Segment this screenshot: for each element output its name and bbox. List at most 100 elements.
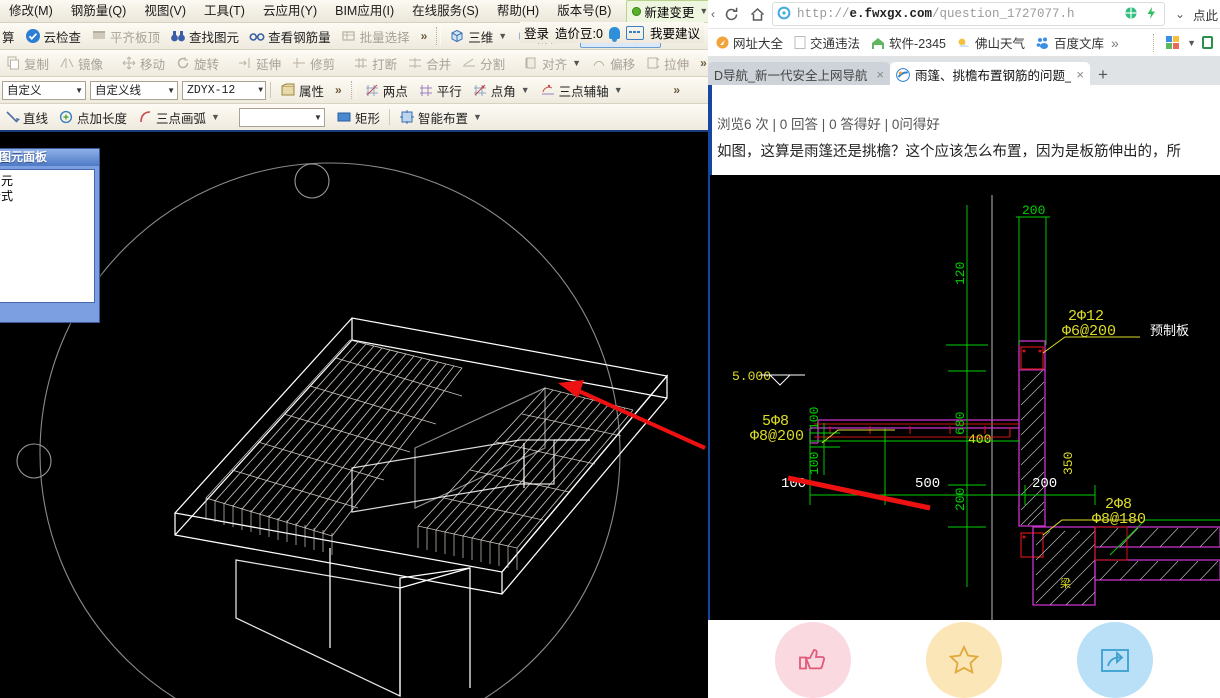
chevron-down-icon[interactable]: ⌄ bbox=[1167, 1, 1193, 27]
like-button[interactable] bbox=[775, 622, 852, 698]
point-add-length-icon bbox=[58, 109, 74, 125]
element-panel[interactable]: 图元面板 图元 公式 bbox=[0, 148, 100, 323]
menu-online-service[interactable]: 在线服务(S) bbox=[403, 0, 488, 22]
tab-question[interactable]: 雨篷、挑檐布置钢筋的问题_广联 × bbox=[890, 62, 1090, 87]
lightning-icon[interactable] bbox=[1144, 6, 1160, 22]
tool-trim[interactable]: 修剪 bbox=[286, 52, 340, 74]
suggest-link[interactable]: 我要建议 bbox=[650, 23, 700, 42]
menu-rebar-qty[interactable]: 钢筋量(Q) bbox=[62, 0, 136, 22]
toolbar-overflow-icon-3[interactable]: » bbox=[694, 56, 708, 70]
rebar-note-top-right-bottom: Φ6@200 bbox=[1062, 323, 1116, 340]
tool-line-label: 直线 bbox=[23, 111, 49, 126]
tool-mirror[interactable]: 镜像 bbox=[54, 52, 108, 74]
cloud-check-icon bbox=[25, 28, 41, 44]
tool-view-rebar-qty[interactable]: 查看钢筋量 bbox=[244, 25, 336, 47]
new-tab-button[interactable]: + bbox=[1090, 62, 1116, 87]
combo-element-type[interactable]: 自定义 ▼ bbox=[2, 80, 86, 100]
toolbar-overflow-icon[interactable]: » bbox=[415, 29, 434, 43]
combo-line-type[interactable]: 自定义线 ▼ bbox=[90, 80, 178, 100]
bookmark-web-directory[interactable]: 网址大全 bbox=[712, 33, 787, 52]
nav-right-label[interactable]: 点此 bbox=[1193, 5, 1220, 24]
back-icon[interactable]: ‹ bbox=[708, 1, 718, 27]
view-3d-button[interactable]: 三维 ▼ bbox=[444, 25, 512, 47]
mirror-icon bbox=[59, 55, 75, 71]
menu-bim-app[interactable]: BIM应用(I) bbox=[326, 0, 403, 22]
chevron-down-icon[interactable]: ▼ bbox=[473, 112, 482, 122]
tool-break[interactable]: 打断 bbox=[348, 52, 402, 74]
combo-draw-mode[interactable]: ▼ bbox=[238, 107, 325, 127]
tool-rotate[interactable]: 旋转 bbox=[170, 52, 224, 74]
menu-modify[interactable]: 修改(M) bbox=[0, 0, 62, 22]
tool-copy-label: 复制 bbox=[24, 57, 50, 72]
tool-copy[interactable]: 复制 bbox=[0, 52, 54, 74]
extension-icon[interactable] bbox=[1200, 35, 1216, 51]
new-change-button[interactable]: 新建变更 ▼ bbox=[626, 0, 708, 22]
apps-grid-icon[interactable] bbox=[1165, 35, 1181, 51]
tool-two-point[interactable]: 两点 bbox=[359, 79, 413, 101]
properties-button[interactable]: 属性 bbox=[275, 79, 329, 101]
menu-help[interactable]: 帮助(H) bbox=[488, 0, 548, 22]
toolbar-gripper[interactable] bbox=[436, 27, 442, 45]
tool-move[interactable]: 移动 bbox=[116, 52, 170, 74]
tool-extend[interactable]: 延伸 bbox=[232, 52, 286, 74]
chevron-down-icon[interactable]: ▼ bbox=[1187, 38, 1196, 48]
address-bar[interactable]: http://e.fwxgx.com/question_1727077.h bbox=[772, 2, 1165, 26]
toolbar-gripper-2[interactable] bbox=[350, 81, 356, 99]
share-button[interactable] bbox=[1076, 622, 1153, 698]
cad-3d-viewport[interactable] bbox=[0, 148, 708, 698]
tool-smart-layout[interactable]: 智能布置 ▼ bbox=[394, 106, 487, 128]
chevron-down-icon[interactable]: ▼ bbox=[211, 112, 220, 122]
login-link[interactable]: 登录 bbox=[524, 23, 549, 42]
menu-tools[interactable]: 工具(T) bbox=[195, 0, 254, 22]
tool-mirror-label: 镜像 bbox=[78, 57, 104, 72]
question-drawing: 200 120 680 200 100 100 100 500 200 400 … bbox=[710, 175, 1220, 620]
tool-point-add-length[interactable]: 点加长度 bbox=[53, 106, 132, 128]
menu-cloud-app[interactable]: 云应用(Y) bbox=[254, 0, 326, 22]
tool-batch-select[interactable]: 批量选择 bbox=[336, 25, 415, 47]
dim-350: 350 bbox=[1061, 452, 1076, 475]
chevron-down-icon[interactable]: ▼ bbox=[572, 58, 581, 68]
bookmark-foshan-weather[interactable]: 佛山天气 bbox=[953, 33, 1029, 52]
menu-view[interactable]: 视图(V) bbox=[135, 0, 195, 22]
reload-icon[interactable] bbox=[718, 1, 744, 27]
tool-line[interactable]: 直线 bbox=[0, 106, 53, 128]
chevron-down-icon[interactable]: ▼ bbox=[498, 31, 507, 41]
tool-align-slab-top[interactable]: 平齐板顶 bbox=[86, 25, 165, 47]
tool-point-angle[interactable]: 点角 ▼ bbox=[467, 79, 535, 101]
chat-icon[interactable] bbox=[625, 25, 644, 40]
home-icon[interactable] bbox=[744, 1, 770, 27]
close-icon[interactable]: × bbox=[876, 67, 884, 82]
chevron-down-icon: ▼ bbox=[75, 85, 83, 95]
element-panel-body[interactable]: 图元 公式 bbox=[0, 169, 95, 303]
tool-merge[interactable]: 合并 bbox=[402, 52, 456, 74]
section-drawing: 200 120 680 200 100 100 100 500 200 400 … bbox=[732, 195, 1220, 620]
bookmarks-overflow-icon[interactable]: » bbox=[1111, 35, 1119, 51]
tool-cloud-check[interactable]: 云检查 bbox=[20, 25, 87, 47]
close-icon[interactable]: × bbox=[1076, 67, 1084, 82]
calc-label[interactable]: 算 bbox=[0, 25, 20, 47]
tool-stretch[interactable]: 拉伸 bbox=[640, 52, 694, 74]
tab-navigation[interactable]: D导航_新一代安全上网导航 × bbox=[708, 62, 890, 87]
bookmark-baidu-wenku[interactable]: 百度文库 bbox=[1032, 33, 1108, 52]
favorite-button[interactable] bbox=[925, 622, 1002, 698]
tool-align[interactable]: 对齐 ▼ bbox=[518, 52, 586, 74]
translate-icon[interactable] bbox=[1124, 6, 1140, 22]
menu-version[interactable]: 版本号(B) bbox=[548, 0, 620, 22]
bookmark-traffic-violation[interactable]: 交通违法 bbox=[790, 33, 864, 52]
bookmark-software-2345[interactable]: 软件-2345 bbox=[867, 33, 950, 52]
bell-icon[interactable] bbox=[608, 26, 620, 42]
tool-find-element[interactable]: 查找图元 bbox=[165, 25, 244, 47]
toolbar-overflow-icon-4[interactable]: » bbox=[329, 83, 348, 97]
combo-element-code[interactable]: ZDYX-12 ▼ bbox=[182, 80, 266, 100]
tool-split[interactable]: 分割 bbox=[456, 52, 510, 74]
tool-three-point-arc[interactable]: 三点画弧 ▼ bbox=[132, 106, 225, 128]
chevron-down-icon[interactable]: ▼ bbox=[521, 85, 530, 95]
tool-three-point-axis[interactable]: 三点辅轴 ▼ bbox=[535, 79, 628, 101]
tool-rect[interactable]: 矩形 bbox=[331, 106, 385, 128]
tool-offset[interactable]: 偏移 bbox=[586, 52, 640, 74]
toolbar-overflow-icon-5[interactable]: » bbox=[667, 83, 686, 97]
chevron-down-icon[interactable]: ▼ bbox=[614, 85, 623, 95]
combo-element-type-value: 自定义 bbox=[7, 85, 42, 97]
toolbar-gripper-3[interactable] bbox=[1153, 33, 1159, 52]
tool-parallel[interactable]: 平行 bbox=[413, 79, 467, 101]
